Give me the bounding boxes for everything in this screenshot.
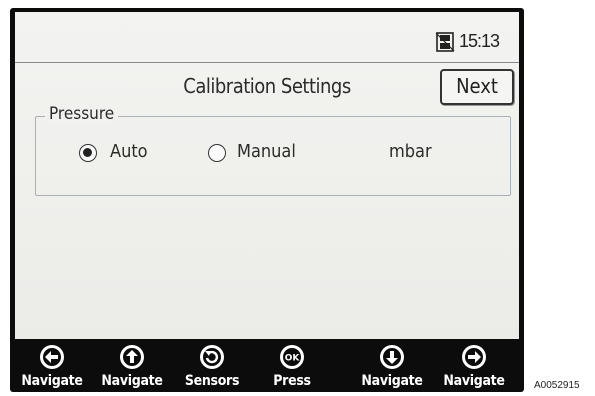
next-button[interactable]: Next xyxy=(440,69,514,105)
softkey-label: Navigate xyxy=(443,373,505,389)
softkey-label: Navigate xyxy=(21,373,83,389)
manual-radio[interactable] xyxy=(208,144,226,162)
auto-label: Auto xyxy=(110,141,148,162)
softkey-bar: Navigate Navigate Sensors OK Press Navig… xyxy=(10,339,524,392)
softkey-navigate-left[interactable]: Navigate xyxy=(12,339,92,392)
ok-icon-text: OK xyxy=(285,354,301,364)
softkey-sensors[interactable]: Sensors xyxy=(172,339,252,392)
softkey-label: Navigate xyxy=(101,373,163,389)
display-screen: 15:13 Calibration Settings Next Pressure… xyxy=(15,12,519,339)
softkey-label: Navigate xyxy=(361,373,423,389)
softkey-navigate-up[interactable]: Navigate xyxy=(92,339,172,392)
manual-label: Manual xyxy=(237,141,296,162)
auto-radio[interactable] xyxy=(79,144,97,162)
softkey-press[interactable]: OK Press xyxy=(252,339,332,392)
pressure-unit: mbar xyxy=(389,141,432,162)
softkey-label: Press xyxy=(273,373,311,389)
softkey-label: Sensors xyxy=(184,373,240,389)
figure-id: A0052915 xyxy=(534,380,580,391)
memory-card-icon xyxy=(435,32,455,52)
softkey-navigate-down[interactable]: Navigate xyxy=(352,339,432,392)
rotate-icon xyxy=(200,345,224,369)
pressure-legend: Pressure xyxy=(45,104,119,124)
arrow-down-icon xyxy=(380,345,404,369)
arrow-right-icon xyxy=(462,345,486,369)
arrow-up-icon xyxy=(120,345,144,369)
clock: 15:13 xyxy=(459,31,500,51)
arrow-left-icon xyxy=(40,345,64,369)
status-bar: 15:13 xyxy=(15,12,519,63)
softkey-navigate-right[interactable]: Navigate xyxy=(434,339,514,392)
device-bezel: 15:13 Calibration Settings Next Pressure… xyxy=(10,8,524,392)
ok-icon: OK xyxy=(280,345,304,369)
